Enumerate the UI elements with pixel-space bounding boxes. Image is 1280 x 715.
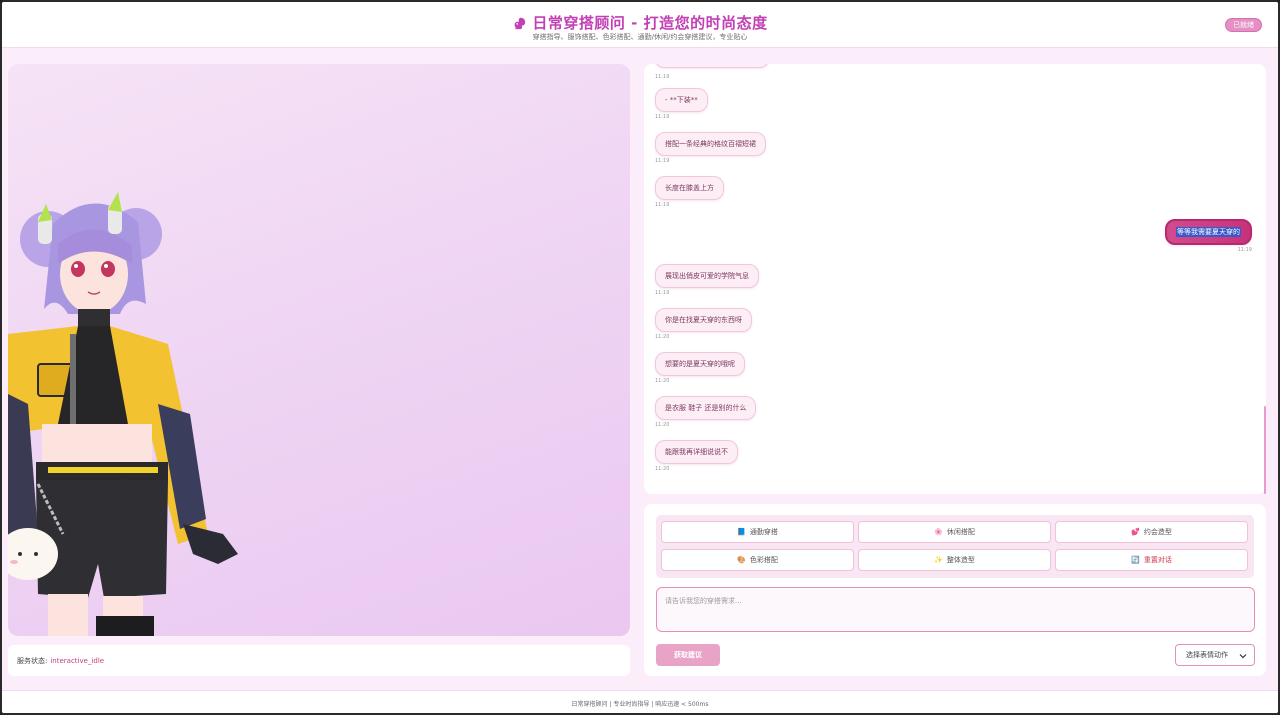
message-time: 11:20 bbox=[655, 466, 670, 472]
button-label: 休闲搭配 bbox=[946, 528, 975, 536]
message-time: 11:20 bbox=[655, 422, 670, 428]
message-bubble: 能跟我再详细说说不 bbox=[655, 440, 738, 464]
reset-conversation-button[interactable]: 🔄 重置对话 bbox=[1055, 549, 1248, 571]
message-bubble: 长度在膝盖上方 bbox=[655, 176, 724, 200]
button-label: 整体造型 bbox=[946, 556, 975, 564]
palette-icon: 🎨 bbox=[737, 556, 746, 564]
message-time: 11:19 bbox=[655, 114, 670, 120]
chat-scrollbar[interactable] bbox=[1264, 406, 1266, 494]
select-value: 选择表情动作 bbox=[1186, 651, 1228, 659]
message-bubble: 是衣服 鞋子 还是别的什么 bbox=[655, 396, 757, 420]
overall-look-button[interactable]: ✨ 整体造型 bbox=[858, 549, 1051, 571]
refresh-icon: 🔄 bbox=[1131, 556, 1140, 564]
sparkles-icon: ✨ bbox=[934, 556, 943, 564]
hearts-icon: 💕 bbox=[1131, 528, 1140, 536]
anime-character-image bbox=[8, 192, 238, 636]
page-footer: 日常穿搭顾问 | 专业时尚指导 | 响应迅速 < 500ms bbox=[2, 690, 1278, 713]
message-time: 11:20 bbox=[655, 334, 670, 340]
service-status-value: interactive_idle bbox=[50, 656, 105, 665]
chat-message: 想要的是夏天穿的哦呢 11:20 bbox=[655, 351, 745, 384]
title-row: 日常穿搭顾问 - 打造您的时尚态度 bbox=[2, 12, 1278, 33]
message-bubble-clipped bbox=[655, 64, 769, 68]
message-bubble: 想要的是夏天穿的哦呢 bbox=[655, 352, 745, 376]
get-advice-button[interactable]: 获取建议 bbox=[656, 644, 720, 666]
chat-message-user: 等等我需要夏天穿的 11:19 bbox=[1165, 219, 1252, 253]
quick-actions: 📘 通勤穿搭 🌸 休闲搭配 💕 约会造型 🎨 色彩搭配 ✨ 整体造型 🔄 重置对… bbox=[656, 515, 1254, 578]
controls-panel: 📘 通勤穿搭 🌸 休闲搭配 💕 约会造型 🎨 色彩搭配 ✨ 整体造型 🔄 重置对… bbox=[644, 504, 1266, 676]
button-label: 通勤穿搭 bbox=[749, 528, 778, 536]
chat-message: 是衣服 鞋子 还是别的什么 11:20 bbox=[655, 395, 757, 428]
message-time: 11:19 bbox=[655, 202, 670, 208]
casual-style-button[interactable]: 🌸 休闲搭配 bbox=[858, 521, 1051, 543]
page-subtitle: 穿搭指导、服饰搭配、色彩搭配、通勤/休闲/约会穿搭建议，专业贴心 bbox=[532, 33, 748, 41]
message-bubble: 展现出俏皮可爱的学院气息 bbox=[655, 264, 759, 288]
message-time: 11:19 bbox=[655, 158, 670, 164]
user-message-bubble: 等等我需要夏天穿的 bbox=[1165, 219, 1252, 245]
ready-status-badge: 已就绪 bbox=[1225, 18, 1262, 32]
service-status-label: 服务状态: bbox=[17, 656, 48, 665]
message-bubble: - **下装** bbox=[655, 88, 708, 112]
app-window: 日常穿搭顾问 - 打造您的时尚态度 穿搭指导、服饰搭配、色彩搭配、通勤/休闲/约… bbox=[0, 0, 1280, 715]
message-time: 11:19 bbox=[655, 74, 670, 80]
date-style-button[interactable]: 💕 约会造型 bbox=[1055, 521, 1248, 543]
message-bubble: 你是在找夏天穿的东西呀 bbox=[655, 308, 752, 332]
message-bubble: 搭配一条经典的格纹百褶短裙 bbox=[655, 132, 766, 156]
commute-style-button[interactable]: 📘 通勤穿搭 bbox=[661, 521, 854, 543]
chat-message: 11:19 bbox=[655, 64, 769, 80]
chevron-down-icon bbox=[1239, 654, 1247, 659]
chat-message: 能跟我再详细说说不 11:20 bbox=[655, 439, 738, 472]
button-label: 重置对话 bbox=[1143, 556, 1172, 564]
button-label: 约会造型 bbox=[1143, 528, 1172, 536]
selected-text: 等等我需要夏天穿的 bbox=[1176, 227, 1241, 237]
message-time: 11:19 bbox=[1237, 247, 1252, 253]
chat-panel[interactable]: 11:19 - **下装** 11:19 搭配一条经典的格纹百褶短裙 11:19… bbox=[644, 64, 1266, 494]
page-title: 日常穿搭顾问 - 打造您的时尚态度 bbox=[532, 14, 768, 32]
button-label: 色彩搭配 bbox=[749, 556, 778, 564]
color-matching-button[interactable]: 🎨 色彩搭配 bbox=[661, 549, 854, 571]
app-header: 日常穿搭顾问 - 打造您的时尚态度 穿搭指导、服饰搭配、色彩搭配、通勤/休闲/约… bbox=[2, 2, 1278, 48]
avatar-stage[interactable] bbox=[8, 64, 630, 636]
chat-message: 展现出俏皮可爱的学院气息 11:19 bbox=[655, 263, 759, 296]
chat-message: 长度在膝盖上方 11:19 bbox=[655, 175, 724, 208]
service-status-bar: 服务状态: interactive_idle bbox=[8, 645, 630, 676]
book-icon: 📘 bbox=[737, 528, 746, 536]
message-time: 11:20 bbox=[655, 378, 670, 384]
expression-action-select[interactable]: 选择表情动作 bbox=[1175, 644, 1255, 666]
chat-message: 搭配一条经典的格纹百褶短裙 11:19 bbox=[655, 131, 766, 164]
chat-message: - **下装** 11:19 bbox=[655, 87, 708, 120]
message-input[interactable]: 请告诉我您的穿搭需求... bbox=[656, 587, 1255, 632]
chat-message: 你是在找夏天穿的东西呀 11:20 bbox=[655, 307, 752, 340]
squirrel-icon bbox=[515, 17, 526, 29]
message-time: 11:19 bbox=[655, 290, 670, 296]
flower-icon: 🌸 bbox=[934, 528, 943, 536]
